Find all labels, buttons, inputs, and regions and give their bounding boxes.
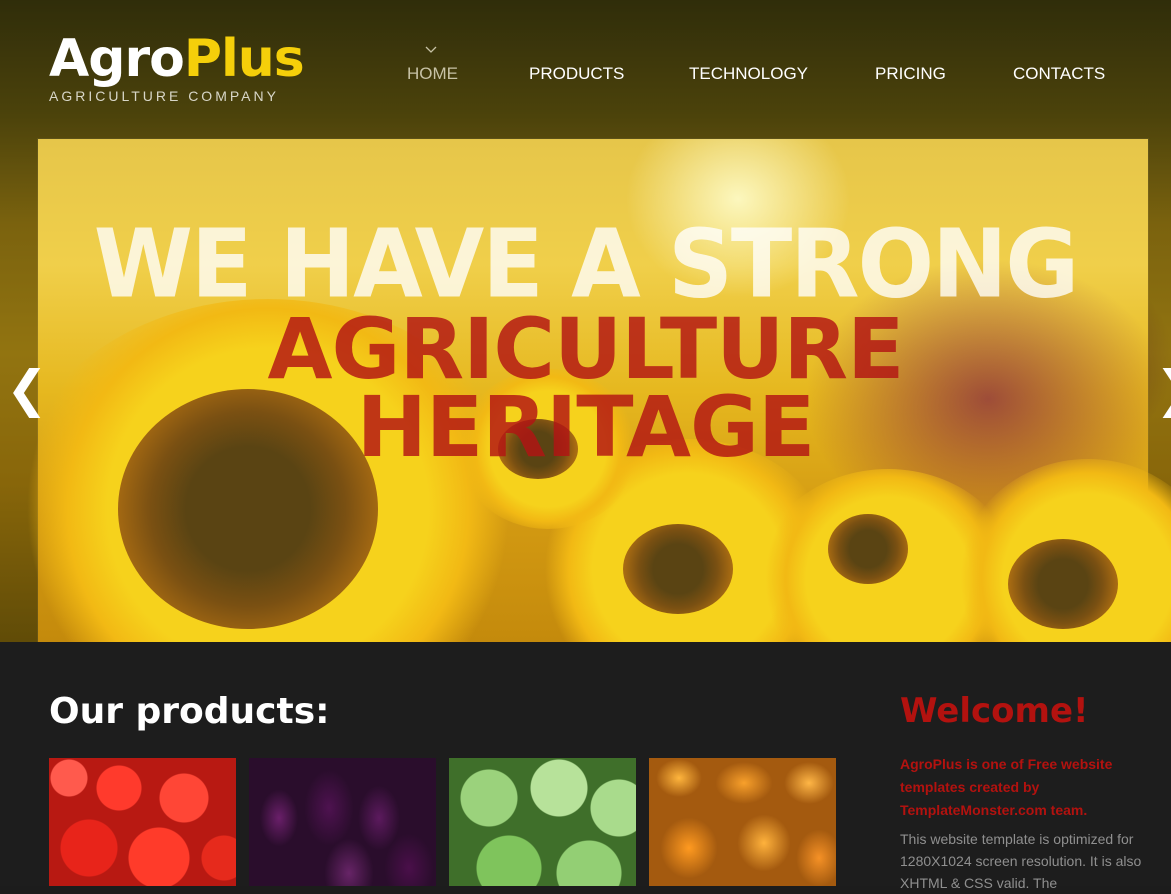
nav-item-products[interactable]: PRODUCTS [529,64,624,84]
welcome-intro: AgroPlus is one of Free website template… [900,756,1113,818]
sunflower-mid-center [623,524,733,614]
sunflower-far-right-center [1008,539,1118,629]
sunflower-right-center [828,514,908,584]
logo-tagline: AGRICULTURE COMPANY [49,88,279,104]
content-section: Our products: Welcome! AgroPlus is one o… [0,642,1171,891]
welcome-title: Welcome! [900,691,1089,731]
nav-item-technology[interactable]: TECHNOLOGY [689,64,808,84]
welcome-body: This website template is optimized for 1… [900,831,1142,891]
chevron-right-icon[interactable]: ❯ [1155,360,1171,418]
main-nav: HOME PRODUCTS TECHNOLOGY PRICING CONTACT… [0,64,1171,88]
products-title: Our products: [49,691,330,732]
chevron-left-icon[interactable]: ❮ [6,360,48,418]
product-thumb-eggplants[interactable] [249,758,436,886]
nav-item-home[interactable]: HOME [407,64,458,84]
hero-headline-line3: HERITAGE [356,378,816,476]
product-thumb-cabbages[interactable] [449,758,636,886]
product-thumb-tomatoes[interactable] [49,758,236,886]
chevron-down-icon [425,46,437,53]
nav-item-pricing[interactable]: PRICING [875,64,946,84]
nav-item-contacts[interactable]: CONTACTS [1013,64,1105,84]
product-thumb-potatoes[interactable] [649,758,836,886]
